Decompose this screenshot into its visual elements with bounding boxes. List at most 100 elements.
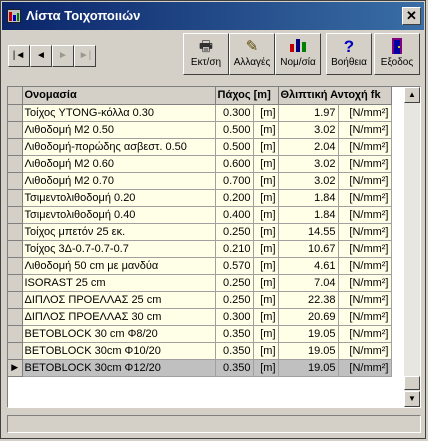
cell-strength-unit[interactable]: [N/mm²] (338, 291, 392, 309)
cell-thickness-unit[interactable]: [m] (253, 291, 279, 309)
cell-strength-unit[interactable]: [N/mm²] (338, 121, 392, 139)
cell-strength-unit[interactable]: [N/mm²] (338, 274, 392, 292)
changes-button[interactable]: ✎ Αλλαγές (229, 33, 275, 75)
cell-strength-unit[interactable]: [N/mm²] (338, 172, 392, 190)
cell-thickness[interactable]: 0.600 (215, 155, 254, 173)
cell-name[interactable]: BETOBLOCK 30cm Φ10/20 (22, 342, 216, 360)
cell-strength-unit[interactable]: [N/mm²] (338, 223, 392, 241)
cell-name[interactable]: Λιθοδομή-πορώδης ασβεστ. 0.50 (22, 138, 216, 156)
scroll-up-arrow-icon[interactable]: ▲ (404, 87, 420, 103)
cell-strength[interactable]: 19.05 (278, 325, 339, 343)
cell-strength[interactable]: 1.97 (278, 104, 339, 122)
cell-strength[interactable]: 1.84 (278, 206, 339, 224)
exit-button[interactable]: Εξοδος (374, 33, 420, 75)
table-row[interactable]: Τσιμεντολιθοδομή 0.20 0.200 [m] 1.84 [N/mm²] (8, 189, 392, 207)
cell-strength[interactable]: 7.04 (278, 274, 339, 292)
cell-thickness[interactable]: 0.210 (215, 240, 254, 258)
cell-strength[interactable]: 4.61 (278, 257, 339, 275)
cell-strength[interactable]: 2.04 (278, 138, 339, 156)
cell-thickness[interactable]: 0.200 (215, 189, 254, 207)
cell-name[interactable]: Τοίχος μπετόν 25 εκ. (22, 223, 216, 241)
table-row[interactable]: BETOBLOCK 30 cm Φ8/20 0.350 [m] 19.05 [N/mm²… (8, 325, 392, 343)
legislation-button[interactable]: Νομ/σία (275, 33, 321, 75)
last-record-button[interactable]: ►| (74, 45, 96, 67)
cell-name[interactable]: ΔΙΠΛΟΣ ΠΡΟΕΛΛΑΣ 25 cm (22, 291, 216, 309)
cell-thickness[interactable]: 0.250 (215, 223, 254, 241)
cell-thickness[interactable]: 0.350 (215, 325, 254, 343)
cell-thickness-unit[interactable]: [m] (253, 274, 279, 292)
cell-name[interactable]: BETOBLOCK 30 cm Φ8/20 (22, 325, 216, 343)
table-row[interactable]: BETOBLOCK 30cm Φ10/20 0.350 [m] 19.05 [N/mm²… (8, 342, 392, 360)
cell-strength[interactable]: 10.67 (278, 240, 339, 258)
cell-strength[interactable]: 19.05 (278, 359, 339, 377)
close-button[interactable]: ✕ (402, 7, 421, 25)
table-row[interactable]: Λιθοδομή Μ2 0.50 0.500 [m] 3.02 [N/mm²] (8, 121, 392, 139)
cell-name[interactable]: Τσιμεντολιθοδομή 0.20 (22, 189, 216, 207)
table-row[interactable]: Τσιμεντολιθοδομή 0.40 0.400 [m] 1.84 [N/mm²] (8, 206, 392, 224)
cell-name[interactable]: BETOBLOCK 30cm Φ12/20 (22, 359, 216, 377)
cell-thickness-unit[interactable]: [m] (253, 172, 279, 190)
table-row[interactable]: ΔΙΠΛΟΣ ΠΡΟΕΛΛΑΣ 30 cm 0.300 [m] 20.69 [N/mm²… (8, 308, 392, 326)
cell-name[interactable]: Λιθοδομή Μ2 0.70 (22, 172, 216, 190)
table-row[interactable]: ▶ BETOBLOCK 30cm Φ12/20 0.350 [m] 19.05 [N/mm… (8, 359, 392, 377)
table-row[interactable]: ISORAST 25 cm 0.250 [m] 7.04 [N/mm²] (8, 274, 392, 292)
cell-thickness[interactable]: 0.250 (215, 274, 254, 292)
cell-thickness-unit[interactable]: [m] (253, 104, 279, 122)
cell-thickness[interactable]: 0.350 (215, 359, 254, 377)
cell-thickness-unit[interactable]: [m] (253, 257, 279, 275)
cell-name[interactable]: Λιθοδομή Μ2 0.50 (22, 121, 216, 139)
cell-thickness-unit[interactable]: [m] (253, 342, 279, 360)
cell-name[interactable]: Τοίχος YTONG-κόλλα 0.30 (22, 104, 216, 122)
cell-strength-unit[interactable]: [N/mm²] (338, 104, 392, 122)
cell-strength-unit[interactable]: [N/mm²] (338, 206, 392, 224)
cell-thickness[interactable]: 0.400 (215, 206, 254, 224)
cell-thickness-unit[interactable]: [m] (253, 325, 279, 343)
cell-thickness-unit[interactable]: [m] (253, 308, 279, 326)
cell-thickness[interactable]: 0.700 (215, 172, 254, 190)
cell-strength-unit[interactable]: [N/mm²] (338, 325, 392, 343)
cell-name[interactable]: Λιθοδομή 50 cm με μανδύα (22, 257, 216, 275)
cell-strength-unit[interactable]: [N/mm²] (338, 308, 392, 326)
cell-thickness[interactable]: 0.570 (215, 257, 254, 275)
cell-thickness[interactable]: 0.500 (215, 138, 254, 156)
cell-thickness-unit[interactable]: [m] (253, 240, 279, 258)
print-button[interactable]: 🖶 Εκτ/ση (183, 33, 229, 75)
cell-name[interactable]: Τοίχος 3Δ-0.7-0.7-0.7 (22, 240, 216, 258)
cell-name[interactable]: ISORAST 25 cm (22, 274, 216, 292)
table-row[interactable]: Τοίχος YTONG-κόλλα 0.30 0.300 [m] 1.97 [N/mm… (8, 104, 392, 122)
cell-strength[interactable]: 1.84 (278, 189, 339, 207)
table-row[interactable]: Τοίχος μπετόν 25 εκ. 0.250 [m] 14.55 [N/mm²] (8, 223, 392, 241)
vertical-scrollbar[interactable]: ▲ ▼ (404, 87, 420, 407)
cell-thickness[interactable]: 0.300 (215, 104, 254, 122)
cell-thickness[interactable]: 0.350 (215, 342, 254, 360)
cell-thickness-unit[interactable]: [m] (253, 206, 279, 224)
cell-thickness[interactable]: 0.300 (215, 308, 254, 326)
cell-name[interactable]: ΔΙΠΛΟΣ ΠΡΟΕΛΛΑΣ 30 cm (22, 308, 216, 326)
table-row[interactable]: Λιθοδομή Μ2 0.60 0.600 [m] 3.02 [N/mm²] (8, 155, 392, 173)
column-header-name[interactable]: Ονομασία (22, 87, 216, 105)
prev-record-button[interactable]: ◄ (30, 45, 52, 67)
cell-strength[interactable]: 3.02 (278, 172, 339, 190)
table-row[interactable]: Τοίχος 3Δ-0.7-0.7-0.7 0.210 [m] 10.67 [N/mm²… (8, 240, 392, 258)
cell-strength-unit[interactable]: [N/mm²] (338, 155, 392, 173)
cell-strength[interactable]: 22.38 (278, 291, 339, 309)
cell-strength[interactable]: 14.55 (278, 223, 339, 241)
cell-strength[interactable]: 3.02 (278, 121, 339, 139)
cell-strength[interactable]: 19.05 (278, 342, 339, 360)
cell-strength-unit[interactable]: [N/mm²] (338, 138, 392, 156)
next-record-button[interactable]: ► (52, 45, 74, 67)
cell-strength-unit[interactable]: [N/mm²] (338, 342, 392, 360)
scroll-thumb[interactable] (404, 376, 420, 390)
cell-strength-unit[interactable]: [N/mm²] (338, 257, 392, 275)
cell-thickness-unit[interactable]: [m] (253, 223, 279, 241)
table-row[interactable]: Λιθοδομή 50 cm με μανδύα 0.570 [m] 4.61 [N/m… (8, 257, 392, 275)
table-row[interactable]: ΔΙΠΛΟΣ ΠΡΟΕΛΛΑΣ 25 cm 0.250 [m] 22.38 [N/mm²… (8, 291, 392, 309)
column-header-thickness[interactable]: Πάχος [m] (215, 87, 279, 105)
cell-thickness-unit[interactable]: [m] (253, 359, 279, 377)
cell-thickness-unit[interactable]: [m] (253, 155, 279, 173)
help-button[interactable]: ? Βοήθεια (326, 33, 372, 75)
cell-thickness-unit[interactable]: [m] (253, 189, 279, 207)
cell-thickness-unit[interactable]: [m] (253, 138, 279, 156)
cell-strength-unit[interactable]: [N/mm²] (338, 359, 392, 377)
cell-thickness-unit[interactable]: [m] (253, 121, 279, 139)
